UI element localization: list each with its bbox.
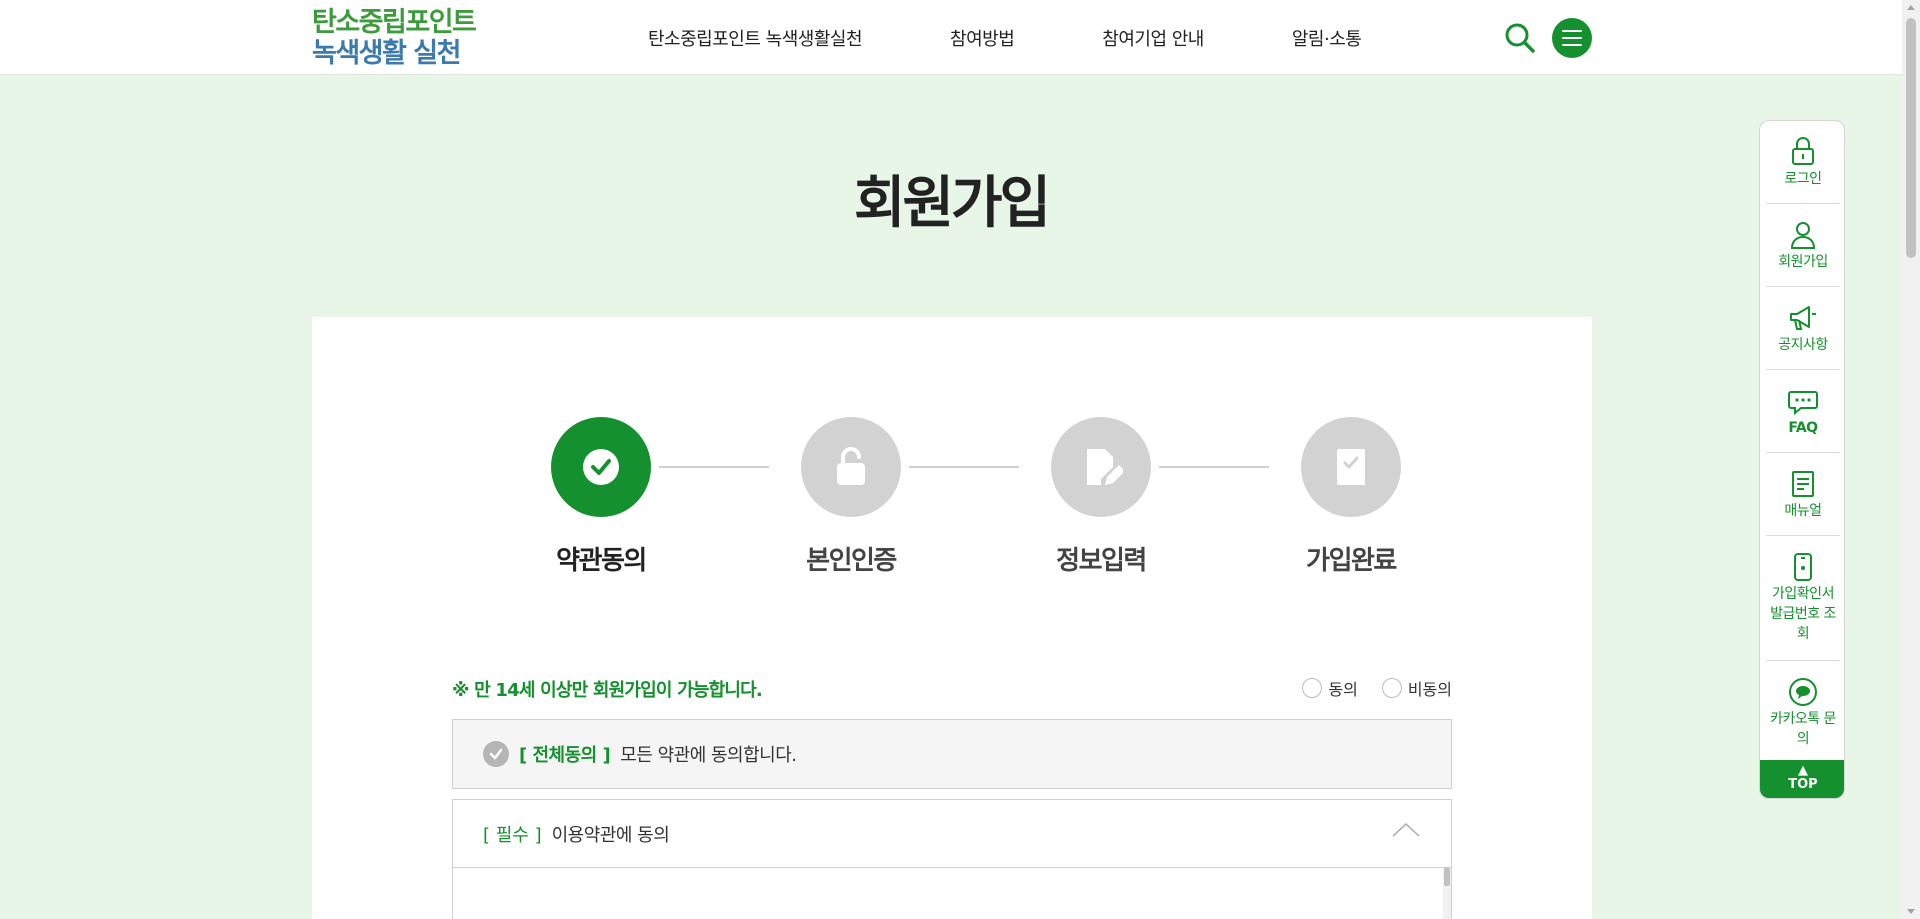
agree-label: 동의	[1328, 680, 1358, 699]
check-circle-icon	[483, 741, 509, 767]
scroll-top-button[interactable]: ▲ TOP	[1760, 760, 1844, 798]
check-icon	[583, 449, 619, 485]
signup-card: 약관동의 본인인증 정보입력 가입완료 ※ 만 14세 이상만 회원가입이 가능…	[312, 317, 1592, 919]
step-identity-verification: 본인인증	[776, 417, 926, 577]
quick-label: FAQ	[1788, 420, 1818, 436]
nav-item-green-life[interactable]: 탄소중립포인트 녹색생활실천	[648, 25, 863, 51]
search-button[interactable]	[1502, 20, 1538, 56]
radio-circle-icon	[1302, 678, 1323, 698]
quick-label: 공지사항	[1778, 337, 1828, 353]
step-signup-complete: 가입완료	[1276, 417, 1426, 577]
all-agree-text: 모든 약관에 동의합니다.	[620, 745, 797, 766]
step-circle-2	[801, 417, 901, 517]
lock-icon	[1792, 137, 1814, 165]
nav-item-partner-companies[interactable]: 참여기업 안내	[1102, 25, 1204, 51]
scroll-up-arrow[interactable]	[1907, 5, 1915, 10]
nav-item-how-to-participate[interactable]: 참여방법	[950, 25, 1015, 51]
signup-steps: 약관동의 본인인증 정보입력 가입완료	[526, 417, 1401, 587]
quick-certificate-lookup[interactable]: 가입확인서 발급번호 조회	[1766, 546, 1840, 661]
kakaotalk-icon	[1789, 678, 1817, 706]
disagree-radio[interactable]: 비동의	[1381, 676, 1452, 700]
agree-radio-group: 동의 비동의	[1302, 676, 1452, 700]
step-label: 가입완료	[1306, 546, 1397, 576]
all-agree-tag: [ 전체동의 ]	[519, 745, 611, 766]
terms-content[interactable]	[453, 868, 1451, 919]
main-nav: 탄소중립포인트 녹색생활실천 참여방법 참여기업 안내 알림·소통	[648, 0, 1362, 75]
quick-kakaotalk[interactable]: 카카오톡 문의	[1766, 671, 1840, 761]
arrow-up-icon: ▲	[1798, 763, 1808, 778]
quick-label: 가입확인서 발급번호 조회	[1770, 586, 1836, 642]
search-icon	[1505, 23, 1535, 53]
step-circle-3	[1051, 417, 1151, 517]
quick-faq[interactable]: FAQ	[1766, 380, 1840, 453]
quick-signup[interactable]: 회원가입	[1766, 214, 1840, 287]
quick-label: 매뉴얼	[1784, 503, 1822, 519]
site-header: 탄소중립포인트 녹색생활 실천 탄소중립포인트 녹색생활실천 참여방법 참여기업…	[0, 0, 1902, 75]
quick-label: 회원가입	[1778, 254, 1828, 270]
phone-icon	[1794, 553, 1812, 581]
disagree-label: 비동의	[1407, 680, 1452, 699]
step-label: 정보입력	[1056, 546, 1147, 576]
age-notice: ※ 만 14세 이상만 회원가입이 가능합니다.	[452, 680, 763, 701]
step-circle-1	[551, 417, 651, 517]
chat-bubble-icon	[1788, 391, 1818, 416]
step-label: 본인인증	[806, 546, 897, 576]
agree-radio[interactable]: 동의	[1302, 676, 1358, 700]
terms-title: 이용약관에 동의	[551, 824, 670, 846]
quick-notice[interactable]: 공지사항	[1766, 297, 1840, 370]
quick-label: 카카오톡 문의	[1770, 711, 1836, 747]
quick-label: 로그인	[1784, 171, 1822, 187]
step-circle-4	[1301, 417, 1401, 517]
quick-manual[interactable]: 매뉴얼	[1766, 463, 1840, 536]
top-label: TOP	[1788, 777, 1818, 792]
scrollbar-thumb[interactable]	[1906, 18, 1916, 258]
nav-item-notice-communication[interactable]: 알림·소통	[1292, 25, 1362, 51]
step-info-input: 정보입력	[1026, 417, 1176, 577]
megaphone-icon	[1790, 306, 1816, 330]
unlock-icon	[837, 447, 865, 485]
all-agree-checkbox[interactable]: [ 전체동의 ] 모든 약관에 동의합니다.	[452, 719, 1452, 789]
scroll-down-arrow[interactable]	[1907, 909, 1915, 914]
page-title: 회원가입	[853, 171, 1051, 236]
chevron-up-icon	[1392, 822, 1420, 837]
all-menu-button[interactable]	[1552, 18, 1592, 58]
radio-circle-icon	[1381, 678, 1402, 698]
edit-document-icon	[1087, 449, 1123, 485]
quick-login[interactable]: 로그인	[1766, 131, 1840, 204]
step-label: 약관동의	[556, 546, 647, 576]
logo-line2: 녹색생활 실천	[312, 38, 461, 69]
terms-of-use-toggle[interactable]: [ 필수 ] 이용약관에 동의	[453, 800, 1451, 868]
quick-menu: 로그인 회원가입 공지사항 FAQ 매뉴얼 가입확인서 발급번호 조회 카카오톡…	[1759, 120, 1845, 799]
hamburger-icon	[1562, 30, 1582, 32]
user-icon	[1790, 222, 1816, 249]
complete-document-icon	[1337, 449, 1365, 485]
page-scrollbar[interactable]	[1902, 0, 1920, 919]
site-logo[interactable]: 탄소중립포인트 녹색생활 실천	[312, 7, 477, 69]
step-terms-agreement: 약관동의	[526, 417, 676, 577]
terms-of-use-panel: [ 필수 ] 이용약관에 동의	[452, 799, 1452, 919]
required-tag: [ 필수 ]	[483, 824, 542, 846]
logo-line1: 탄소중립포인트	[312, 7, 477, 38]
manual-icon	[1792, 471, 1814, 497]
terms-scrollbar[interactable]	[1443, 868, 1451, 919]
